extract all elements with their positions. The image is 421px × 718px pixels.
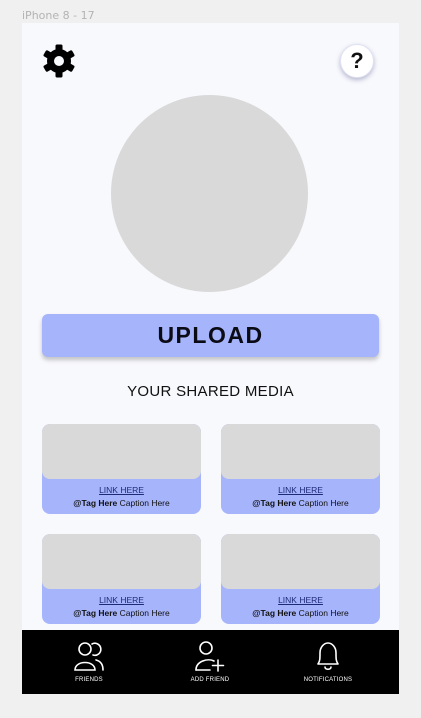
- media-caption: @Tag Here Caption Here: [221, 498, 380, 508]
- gear-icon[interactable]: [41, 43, 77, 79]
- media-caption-text: Caption Here: [117, 608, 170, 618]
- media-thumbnail[interactable]: [42, 534, 201, 589]
- upload-button[interactable]: UPLOAD: [42, 314, 379, 357]
- media-thumbnail[interactable]: [42, 424, 201, 479]
- media-caption-text: Caption Here: [296, 498, 349, 508]
- media-caption: @Tag Here Caption Here: [221, 608, 380, 618]
- media-tag[interactable]: @Tag Here: [73, 608, 117, 618]
- nav-item-notifications[interactable]: NOTIFICATIONS: [273, 630, 383, 694]
- media-link[interactable]: LINK HERE: [221, 595, 380, 605]
- avatar[interactable]: [111, 95, 308, 292]
- media-card[interactable]: LINK HERE @Tag Here Caption Here: [42, 424, 201, 514]
- media-thumbnail[interactable]: [221, 424, 380, 479]
- frame-label: iPhone 8 - 17: [22, 9, 95, 22]
- nav-item-add-friend[interactable]: ADD FRIEND: [155, 630, 265, 694]
- media-caption: @Tag Here Caption Here: [42, 498, 201, 508]
- nav-label-add-friend: ADD FRIEND: [190, 677, 230, 683]
- bell-icon: [317, 642, 339, 671]
- bottom-nav: FRIENDS ADD FRIEND NOTIFICATIONS: [22, 630, 399, 694]
- media-caption: @Tag Here Caption Here: [42, 608, 201, 618]
- shared-media-title: YOUR SHARED MEDIA: [127, 383, 294, 400]
- media-tag[interactable]: @Tag Here: [252, 498, 296, 508]
- media-thumbnail[interactable]: [221, 534, 380, 589]
- media-caption-text: Caption Here: [296, 608, 349, 618]
- media-card[interactable]: LINK HERE @Tag Here Caption Here: [221, 424, 380, 514]
- nav-label-friends: FRIENDS: [75, 677, 103, 683]
- add-friend-icon: [195, 641, 225, 672]
- media-link[interactable]: LINK HERE: [221, 485, 380, 495]
- phone-screen: ? UPLOAD YOUR SHARED MEDIA LINK HERE @Ta…: [22, 23, 399, 694]
- media-card[interactable]: LINK HERE @Tag Here Caption Here: [42, 534, 201, 624]
- media-card[interactable]: LINK HERE @Tag Here Caption Here: [221, 534, 380, 624]
- media-tag[interactable]: @Tag Here: [73, 498, 117, 508]
- media-caption-text: Caption Here: [117, 498, 170, 508]
- media-tag[interactable]: @Tag Here: [252, 608, 296, 618]
- friends-icon: [74, 642, 104, 671]
- help-button[interactable]: ?: [340, 44, 374, 78]
- nav-label-notifications: NOTIFICATIONS: [303, 677, 353, 683]
- media-link[interactable]: LINK HERE: [42, 485, 201, 495]
- media-link[interactable]: LINK HERE: [42, 595, 201, 605]
- nav-item-friends[interactable]: FRIENDS: [34, 630, 144, 694]
